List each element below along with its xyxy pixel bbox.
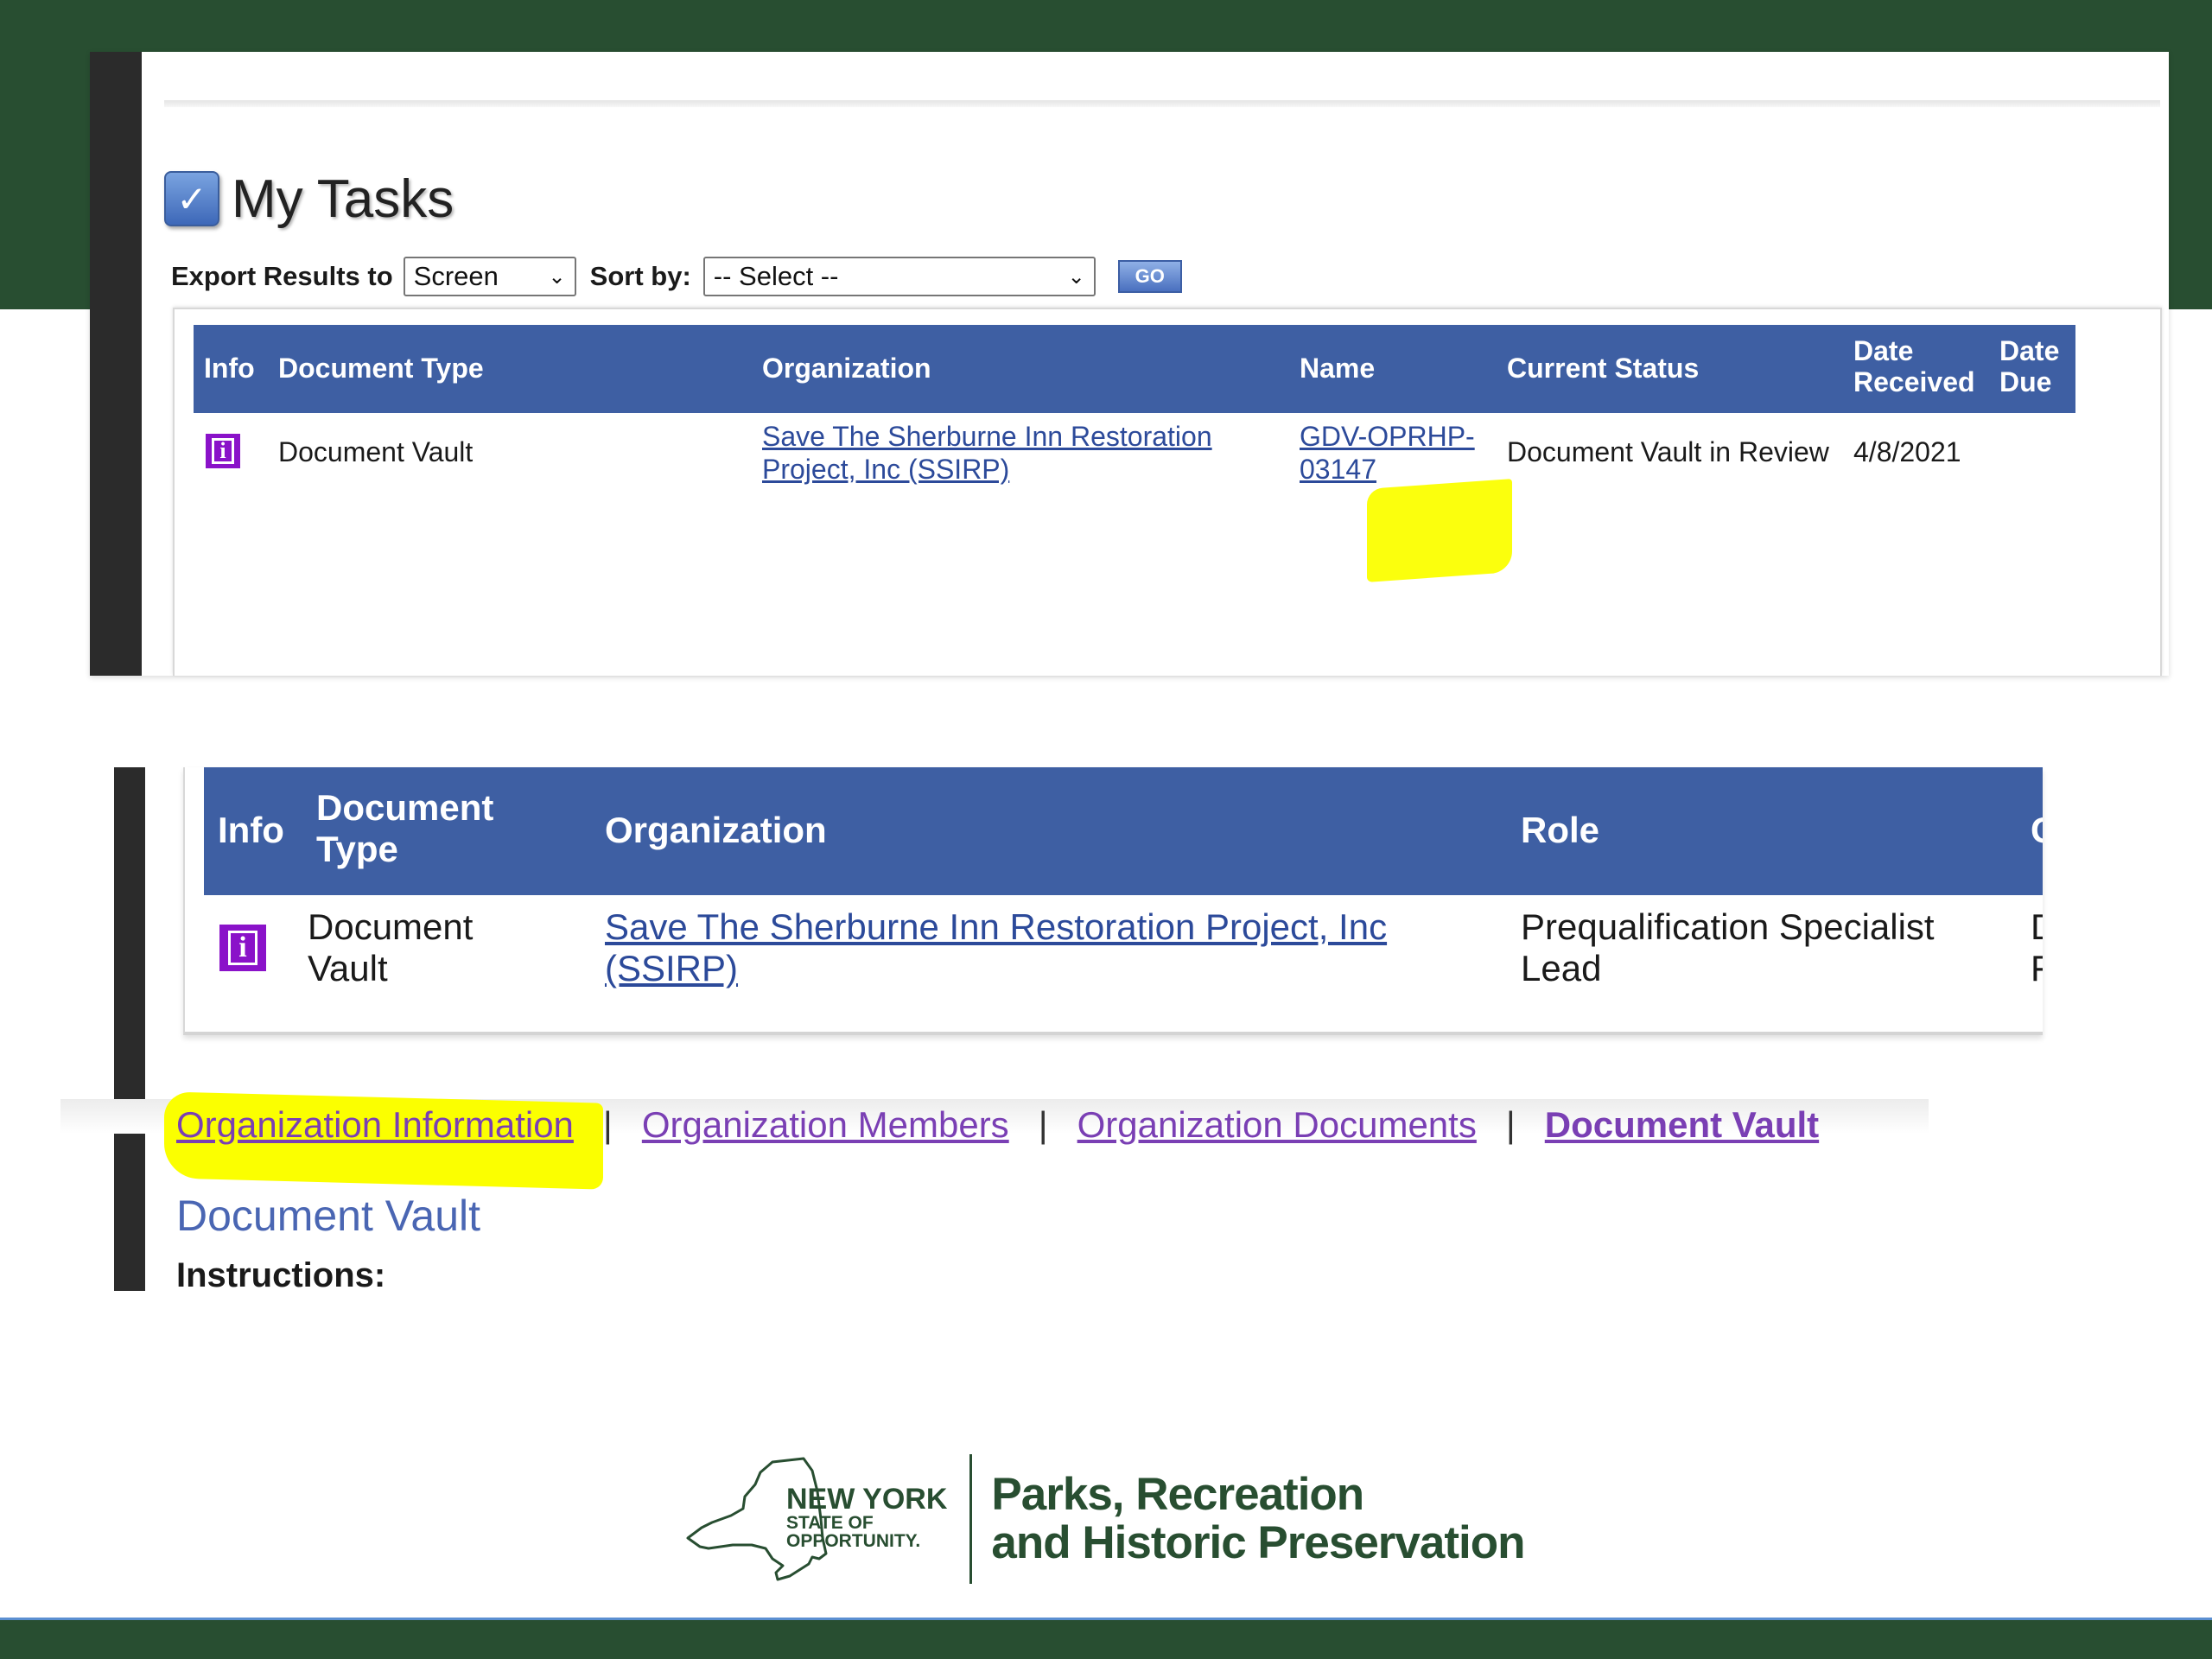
cell-cut-off-line2: F xyxy=(2031,948,2043,988)
export-select[interactable]: Screen ⌄ xyxy=(403,257,576,296)
col-date-received-line1[interactable]: Date xyxy=(1853,335,1913,366)
organization-link-line2[interactable]: Project, Inc (SSIRP) xyxy=(762,453,1009,486)
task-name-link[interactable]: GDV-OPRHP- xyxy=(1300,420,1475,453)
organization-table-header: Info Document Type Organization Role C xyxy=(204,767,2043,895)
slide-bottom-band xyxy=(0,1618,2212,1659)
col-document-type-line1[interactable]: Document xyxy=(316,786,493,830)
export-label: Export Results to xyxy=(171,261,393,291)
agency-logo: NEW YORK STATE OF OPPORTUNITY. Parks, Re… xyxy=(683,1452,1526,1586)
cell-role-line2: Lead xyxy=(1521,948,1602,988)
tasks-table-header: Info Document Type Organization Name Cur… xyxy=(194,325,2075,413)
col-current-status[interactable]: Current Status xyxy=(1507,353,1699,384)
cell-date-received: 4/8/2021 xyxy=(1853,436,1961,467)
cell-current-status: Document Vault in Review xyxy=(1507,436,1829,467)
col-info: Info xyxy=(218,810,284,850)
agency-name-line1: Parks, Recreation xyxy=(991,1469,1364,1520)
cell-document-type: Document Vault xyxy=(278,436,474,467)
my-tasks-screenshot: ✓ My Tasks Export Results to Screen ⌄ So… xyxy=(90,52,2169,676)
organization-link[interactable]: Save The Sherburne Inn Restoration Proje… xyxy=(605,906,1387,949)
results-toolbar: Export Results to Screen ⌄ Sort by: -- S… xyxy=(171,256,1182,297)
organization-link-line2[interactable]: (SSIRP) xyxy=(605,947,738,990)
col-cut-off[interactable]: C xyxy=(2031,809,2043,852)
section-title: Document Vault xyxy=(176,1192,481,1240)
ny-line3: OPPORTUNITY. xyxy=(786,1531,921,1551)
window-edge xyxy=(90,52,142,676)
col-role[interactable]: Role xyxy=(1521,809,1599,852)
col-date-received-line2[interactable]: Received xyxy=(1853,366,1975,397)
col-info: Info xyxy=(204,353,255,384)
checkbox-check-icon: ✓ xyxy=(164,171,219,226)
col-organization[interactable]: Organization xyxy=(605,809,827,852)
nav-separator: | xyxy=(1505,1104,1516,1145)
col-document-type[interactable]: Document Type xyxy=(278,353,484,384)
agency-name-line2: and Historic Preservation xyxy=(991,1517,1525,1568)
info-icon[interactable]: i xyxy=(206,434,240,468)
go-button[interactable]: GO xyxy=(1117,260,1182,293)
col-date-due-line2[interactable]: Due xyxy=(1999,366,2051,397)
chevron-down-icon: ⌄ xyxy=(1067,264,1085,289)
col-document-type-line2[interactable]: Type xyxy=(316,828,398,871)
cell-document-type-line2: Vault xyxy=(308,948,388,988)
cell-role-line1: Prequalification Specialist xyxy=(1521,906,1935,947)
task-name-link-line2[interactable]: 03147 xyxy=(1300,453,1376,486)
page-title-row: ✓ My Tasks xyxy=(164,164,454,233)
export-select-value: Screen xyxy=(413,261,499,291)
nav-organization-members[interactable]: Organization Members xyxy=(642,1104,1009,1146)
table-row: i Document Vault Save The Sherburne Inn … xyxy=(204,895,2043,1033)
window-edge xyxy=(114,767,145,1291)
col-name[interactable]: Name xyxy=(1300,353,1375,384)
info-icon[interactable]: i xyxy=(219,925,266,971)
nav-separator: | xyxy=(1038,1104,1048,1145)
header-divider xyxy=(164,100,2160,107)
ny-wordmark: NEW YORK STATE OF OPPORTUNITY. xyxy=(786,1484,947,1550)
cell-cut-off-line1: D xyxy=(2031,906,2043,949)
agency-name: Parks, Recreation and Historic Preservat… xyxy=(991,1469,1525,1568)
logo-divider xyxy=(969,1454,973,1584)
sort-select[interactable]: -- Select -- ⌄ xyxy=(702,257,1096,296)
nav-organization-information[interactable]: Organization Information xyxy=(176,1104,574,1146)
cell-document-type-line1: Document xyxy=(308,906,474,947)
instructions-label: Instructions: xyxy=(176,1256,386,1294)
sort-select-value: -- Select -- xyxy=(713,261,839,291)
col-organization[interactable]: Organization xyxy=(762,353,931,384)
page-title: My Tasks xyxy=(232,168,454,229)
table-row: i Document Vault Save The Sherburne Inn … xyxy=(194,413,2075,543)
organization-link[interactable]: Save The Sherburne Inn Restoration xyxy=(762,420,1212,453)
nav-document-vault[interactable]: Document Vault xyxy=(1545,1104,1819,1146)
organization-nav: Organization Information | Organization … xyxy=(176,1099,1819,1151)
ny-line1: NEW YORK xyxy=(786,1483,948,1516)
nav-organization-documents[interactable]: Organization Documents xyxy=(1077,1104,1477,1146)
sort-label: Sort by: xyxy=(589,261,691,291)
ny-line2: STATE OF xyxy=(786,1513,874,1533)
chevron-down-icon: ⌄ xyxy=(548,264,566,289)
nav-separator: | xyxy=(602,1104,613,1145)
col-date-due-line1[interactable]: Date xyxy=(1999,335,2059,366)
